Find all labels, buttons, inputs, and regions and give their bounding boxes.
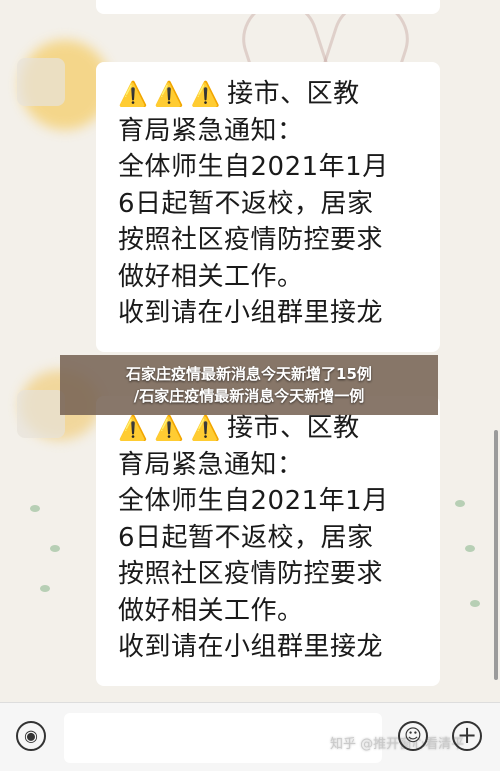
caption-line: 石家庄疫情最新消息今天新增了15例 xyxy=(126,365,372,383)
wallpaper-leaf xyxy=(470,600,480,607)
message-text: 接市、区教 xyxy=(227,79,360,109)
message-line: ⚠️ ⚠️ ⚠️ 接市、区教 xyxy=(118,76,440,113)
message-text: 做好相关工作。 xyxy=(118,595,304,626)
warning-icon: ⚠️ xyxy=(190,414,222,442)
message-bubble[interactable]: ⚠️ ⚠️ ⚠️ 接市、区教 育局紧急通知： 全体师生自2021年1月 6日起暂不返校… xyxy=(96,62,440,352)
message-text: 全体师生自2021年1月 xyxy=(118,486,389,516)
message-line: ⚠️ ⚠️ ⚠️ 接市、区教 xyxy=(118,410,440,447)
message-bubble[interactable]: ⚠️ ⚠️ ⚠️ 接市、区教 育局紧急通知： 全体师生自2021年1月 6日起暂不返校… xyxy=(96,396,440,686)
wallpaper-leaf xyxy=(455,500,465,507)
scrollbar[interactable] xyxy=(494,430,498,680)
message-text: 接市、区教 xyxy=(227,413,360,443)
sender-avatar[interactable] xyxy=(17,390,65,438)
wallpaper-leaf xyxy=(50,545,60,552)
message-text: 收到请在小组群里接龙 xyxy=(118,298,384,328)
message-text: 按照社区疫情防控要求 xyxy=(118,225,384,255)
wallpaper-leaf xyxy=(30,505,40,512)
message-text: 全体师生自2021年1月 xyxy=(118,152,389,182)
voice-icon[interactable]: ◉ xyxy=(16,721,46,751)
caption-line: /石家庄疫情最新消息今天新增一例 xyxy=(133,387,365,405)
chat-input-bar: ◉ 知乎 @推开窗心看清平 ☺ + xyxy=(0,702,500,771)
plus-icon[interactable]: + xyxy=(452,721,482,751)
warning-icon: ⚠️ xyxy=(118,414,149,442)
message-text: 做好相关工作。 xyxy=(118,261,304,292)
message-text: 育局紧急通知： xyxy=(118,115,304,146)
warning-icon: ⚠️ xyxy=(154,414,185,442)
message-text: 收到请在小组群里接龙 xyxy=(118,632,384,662)
wallpaper-leaf xyxy=(40,585,50,592)
warning-icon: ⚠️ xyxy=(118,80,149,108)
message-text: 6日起暂不返校，居家 xyxy=(118,522,374,553)
emoji-icon[interactable]: ☺ xyxy=(398,721,428,751)
headline-caption: 石家庄疫情最新消息今天新增了15例 /石家庄疫情最新消息今天新增一例 xyxy=(60,355,438,415)
message-text: 育局紧急通知： xyxy=(118,449,304,480)
message-text: 6日起暂不返校，居家 xyxy=(118,188,374,219)
warning-icon: ⚠️ xyxy=(190,80,222,108)
message-text: 按照社区疫情防控要求 xyxy=(118,559,384,589)
wallpaper-leaf xyxy=(465,545,475,552)
warning-icon: ⚠️ xyxy=(154,80,185,108)
message-bubble-partial[interactable] xyxy=(96,0,440,14)
sender-avatar[interactable] xyxy=(17,58,65,106)
